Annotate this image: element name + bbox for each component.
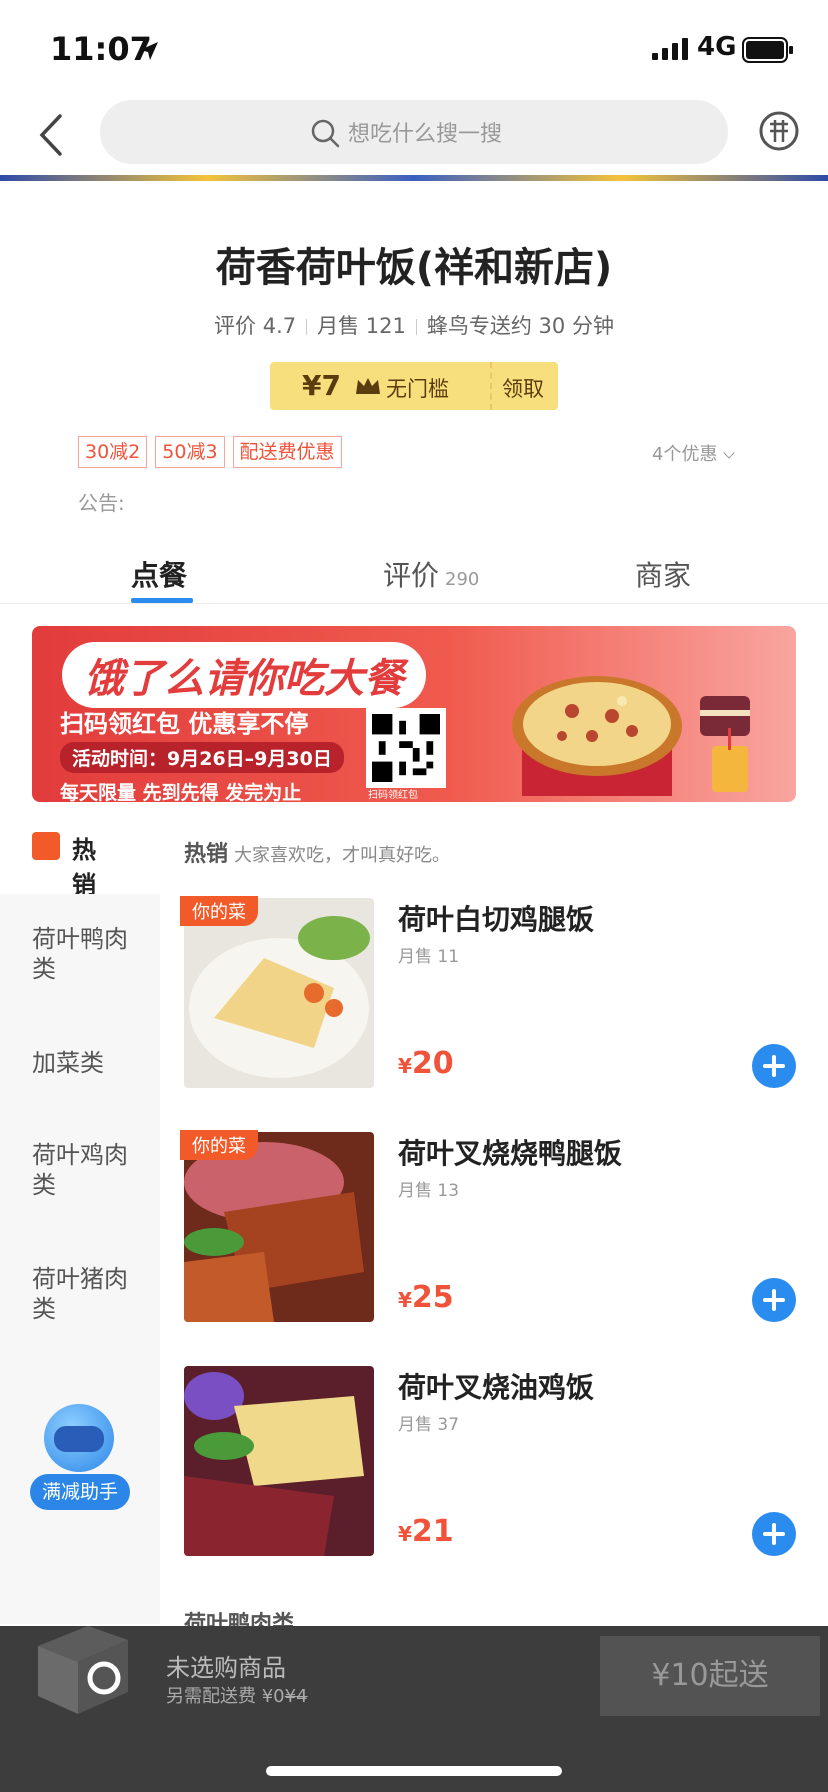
status-bar: 11:07 4G <box>0 0 828 96</box>
shop-sales: 月售 121 <box>317 314 406 338</box>
promo-tags: 30减2 50减3 配送费优惠 <box>78 436 342 468</box>
add-to-cart-button[interactable] <box>752 1278 796 1322</box>
checkout-button[interactable]: ¥10起送 <box>600 1636 820 1716</box>
banner-time: 活动时间：9月26日–9月30日 <box>60 742 344 773</box>
promo-more-button[interactable]: 4个优惠 <box>652 440 736 466</box>
group-order-icon[interactable] <box>758 110 800 152</box>
price-currency: ¥ <box>398 1288 412 1312</box>
category-hot-label: 热销 <box>72 836 96 899</box>
banner-title: 饿了么请你吃大餐 <box>62 642 426 708</box>
dish-name: 荷叶白切鸡腿饭 <box>398 903 595 936</box>
dish-sales: 月售 37 <box>398 1415 460 1435</box>
dish-price: ¥21 <box>398 1514 454 1549</box>
dish-tag: 你的菜 <box>180 896 258 926</box>
promo-tag: 50减3 <box>155 436 225 468</box>
location-arrow-icon <box>140 42 158 60</box>
dish-sales: 月售 13 <box>398 1181 460 1201</box>
banner-footer: 每天限量 先到先得 发完为止 <box>60 782 302 802</box>
sidebar-item-duck[interactable]: 荷叶鸭肉类 <box>32 924 142 984</box>
price-currency: ¥ <box>398 1522 412 1546</box>
add-to-cart-button[interactable] <box>752 1512 796 1556</box>
shop-notice: 公告: <box>78 491 125 515</box>
tab-reviews-label: 评价 <box>383 559 440 592</box>
shop-meta: 评价 4.7 月售 121 蜂鸟专送约 30 分钟 <box>0 310 828 340</box>
shop-name: 荷香荷叶饭(祥和新店) <box>215 245 613 291</box>
promo-more-label: 4个优惠 <box>652 444 718 465</box>
category-sidebar: 荷叶鸭肉类 加菜类 荷叶鸡肉类 荷叶猪肉类 <box>0 894 160 1624</box>
discount-helper-button[interactable]: 满减助手 <box>30 1404 130 1514</box>
sidebar-item-extras[interactable]: 加菜类 <box>32 1048 142 1078</box>
dish-image <box>184 1366 374 1556</box>
dish-image <box>184 1132 374 1322</box>
robot-icon <box>44 1404 114 1472</box>
dish-item[interactable]: 你的菜 荷叶叉烧烧鸭腿饭 月售 13 ¥25 <box>180 1130 796 1322</box>
tab-active-indicator <box>131 598 193 603</box>
crown-icon <box>356 378 380 394</box>
dish-image <box>184 898 374 1088</box>
cart-status: 未选购商品 <box>166 1654 286 1682</box>
coupon-claim-button[interactable]: 领取 <box>502 373 544 403</box>
promo-tag: 配送费优惠 <box>232 436 342 468</box>
price-currency: ¥ <box>398 1054 412 1078</box>
dish-price: ¥25 <box>398 1280 454 1315</box>
home-indicator <box>266 1766 562 1776</box>
tab-merchant[interactable]: 商家 <box>635 554 691 594</box>
qr-code-icon <box>366 708 446 788</box>
section-desc: 大家喜欢吃，才叫真好吃。 <box>234 845 451 866</box>
pizza-image <box>512 676 682 796</box>
dish-price: ¥20 <box>398 1046 454 1081</box>
battery-icon <box>742 37 793 63</box>
sidebar-item-chicken[interactable]: 荷叶鸡肉类 <box>32 1140 142 1200</box>
section-title: 热销 <box>184 842 229 867</box>
promo-tag: 30减2 <box>78 436 148 468</box>
signal-icon <box>652 38 688 60</box>
helper-label: 满减助手 <box>30 1474 130 1510</box>
price-value: 20 <box>411 1046 454 1081</box>
dish-item[interactable]: 你的菜 荷叶白切鸡腿饭 月售 11 ¥20 <box>180 896 796 1088</box>
qr-caption: 扫码领红包 <box>368 790 418 801</box>
header-banner-strip <box>0 175 828 181</box>
dish-tag: 你的菜 <box>180 1130 258 1160</box>
search-input[interactable]: 想吃什么搜一搜 <box>100 100 728 164</box>
status-time: 11:07 <box>50 30 152 68</box>
cake-image <box>700 696 750 792</box>
fire-icon <box>32 832 60 860</box>
coupon-card[interactable]: ¥7 无门槛 领取 <box>270 362 558 410</box>
banner-subtitle: 扫码领红包 优惠享不停 <box>60 710 309 738</box>
dish-item[interactable]: 荷叶叉烧油鸡饭 月售 37 ¥21 <box>184 1366 796 1556</box>
tab-reviews[interactable]: 评价 290 <box>383 554 479 594</box>
cart-icon[interactable] <box>28 1616 134 1716</box>
back-icon[interactable] <box>36 112 68 158</box>
network-type: 4G <box>697 32 737 62</box>
shop-rating: 评价 4.7 <box>214 314 297 338</box>
cart-delivery-fee: 另需配送费 ¥0¥4 <box>166 1682 308 1708</box>
sidebar-item-pork[interactable]: 荷叶猪肉类 <box>32 1264 142 1324</box>
shop-delivery: 蜂鸟专送约 30 分钟 <box>426 314 614 338</box>
search-icon <box>311 119 340 148</box>
delivery-fee-current: 另需配送费 ¥0 <box>166 1686 285 1707</box>
chevron-down-icon <box>723 447 736 459</box>
tab-bar: 点餐 评价 290 商家 <box>0 540 828 604</box>
promo-banner[interactable]: 饿了么请你吃大餐 扫码领红包 优惠享不停 活动时间：9月26日–9月30日 每天… <box>32 626 796 802</box>
price-value: 25 <box>411 1280 454 1315</box>
coupon-label: 无门槛 <box>386 377 449 401</box>
coupon-amount: ¥7 <box>302 369 341 402</box>
search-placeholder: 想吃什么搜一搜 <box>348 122 503 147</box>
dish-name: 荷叶叉烧油鸡饭 <box>398 1371 595 1404</box>
delivery-fee-original: ¥4 <box>284 1686 308 1707</box>
add-to-cart-button[interactable] <box>752 1044 796 1088</box>
tab-reviews-count: 290 <box>445 569 480 590</box>
dish-sales: 月售 11 <box>398 947 460 967</box>
nav-bar: 想吃什么搜一搜 <box>0 96 828 178</box>
section-header: 热销 大家喜欢吃，才叫真好吃。 <box>184 836 450 868</box>
dish-name: 荷叶叉烧烧鸭腿饭 <box>398 1137 623 1170</box>
tab-order[interactable]: 点餐 <box>131 554 187 594</box>
price-value: 21 <box>411 1514 454 1549</box>
